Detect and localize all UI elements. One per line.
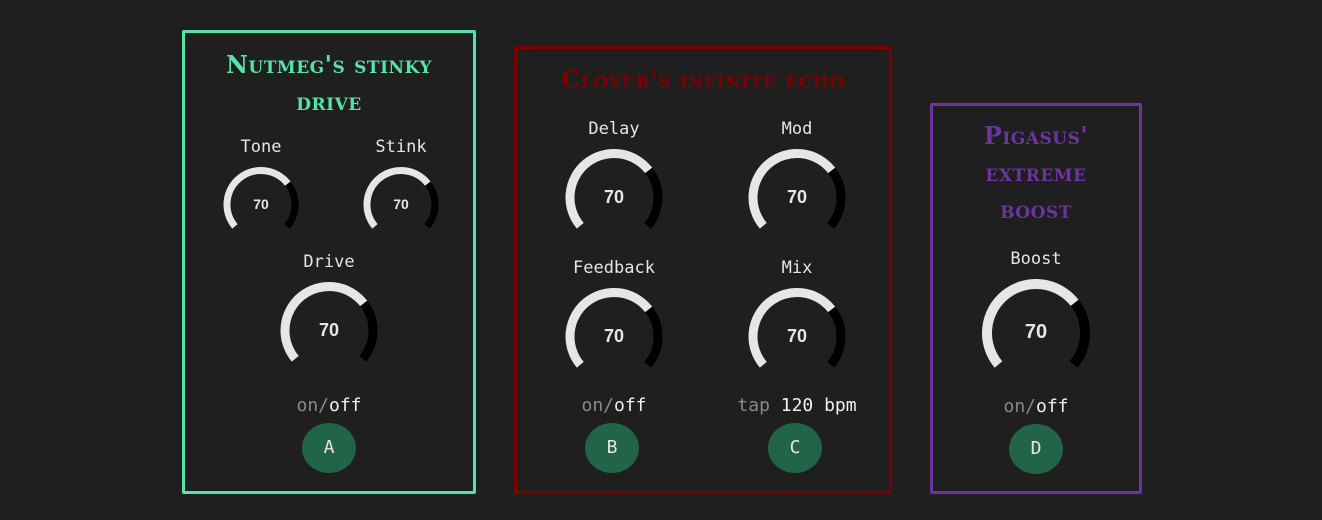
footswitch-a[interactable]: A [302,423,356,473]
knob-value: 70 [603,186,625,207]
mix-knob[interactable]: Mix 70 [737,258,857,378]
knob-value: 70 [603,325,625,346]
knob-value: 70 [1024,321,1048,343]
knob-label: Drive [303,252,355,272]
knob-label: Tone [240,137,282,157]
tone-knob[interactable]: Tone 70 [216,137,306,232]
switch-label-dim: on/ [581,395,614,416]
knob-value: 70 [253,195,269,212]
on-off-label: on/off [933,396,1139,417]
switch-label-dim: on/ [1003,396,1036,417]
boost-knob[interactable]: Boost 70 [971,249,1101,379]
knob-label: Stink [375,137,427,157]
knob-label: Mod [781,119,813,139]
pedal-title: Pigasus' extreme boost [983,121,1089,224]
switch-label-bright: 120 bpm [780,395,857,416]
knob-value: 70 [786,325,808,346]
knob-label: Delay [588,119,640,139]
pedal-clovers-infinite-echo: Clover's infinite echo Delay 70 Mod 70 F… [514,46,892,494]
footswitch-b[interactable]: B [585,423,639,473]
knob-label: Mix [781,258,813,278]
drive-knob[interactable]: Drive 70 [269,252,389,372]
on-off-label: on/off [185,395,473,416]
feedback-knob[interactable]: Feedback 70 [554,258,674,378]
switch-label-bright: off [1036,396,1069,417]
switch-label-bright: off [329,395,362,416]
footswitch-c[interactable]: C [768,423,822,473]
delay-knob[interactable]: Delay 70 [554,119,674,239]
footswitch-d[interactable]: D [1009,424,1063,474]
pedal-title: Nutmeg's stinky drive [225,50,433,116]
tap-tempo-label: tap 120 bpm [717,395,877,416]
knob-value: 70 [393,195,409,212]
switch-label-bright: off [614,395,647,416]
switch-label-dim: on/ [296,395,329,416]
stink-knob[interactable]: Stink 70 [356,137,446,232]
pedal-title: Clover's infinite echo [561,65,845,94]
switch-label-dim: tap [737,395,781,416]
knob-value: 70 [318,319,340,340]
knob-value: 70 [786,186,808,207]
knob-label: Feedback [573,258,655,278]
pedal-pigasus-extreme-boost: Pigasus' extreme boost Boost 70 on/off D [930,103,1142,494]
mod-knob[interactable]: Mod 70 [737,119,857,239]
knob-label: Boost [1010,249,1062,269]
pedal-nutmegs-stinky-drive: Nutmeg's stinky drive Tone 70 Stink 70 D… [182,30,476,494]
on-off-label: on/off [554,395,674,416]
